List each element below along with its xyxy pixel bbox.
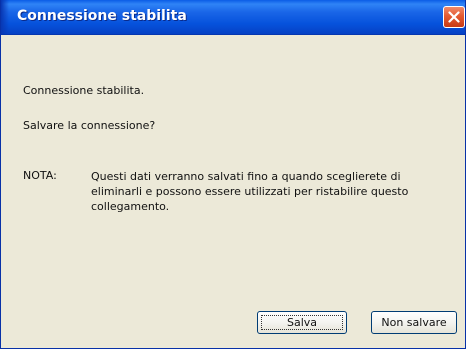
close-button[interactable] [443,6,465,28]
status-message: Connessione stabilita. [23,84,145,97]
dont-save-button-label: Non salvare [381,316,447,329]
title-bar[interactable]: Connessione stabilita [1,0,465,35]
dialog-window: Connessione stabilita Connessione stabil… [0,0,466,349]
save-prompt: Salvare la connessione? [23,119,156,132]
note-text: Questi dati verranno salvati fino a quan… [91,170,409,213]
save-button-label: Salva [286,316,318,329]
window-title: Connessione stabilita [17,8,187,24]
save-button[interactable]: Salva [257,311,347,334]
close-icon [448,11,460,23]
note-label: NOTA: [23,169,57,182]
dialog-content: Connessione stabilita. Salvare la connes… [1,35,465,348]
dont-save-button[interactable]: Non salvare [371,311,457,334]
title-bar-edge [1,0,9,34]
